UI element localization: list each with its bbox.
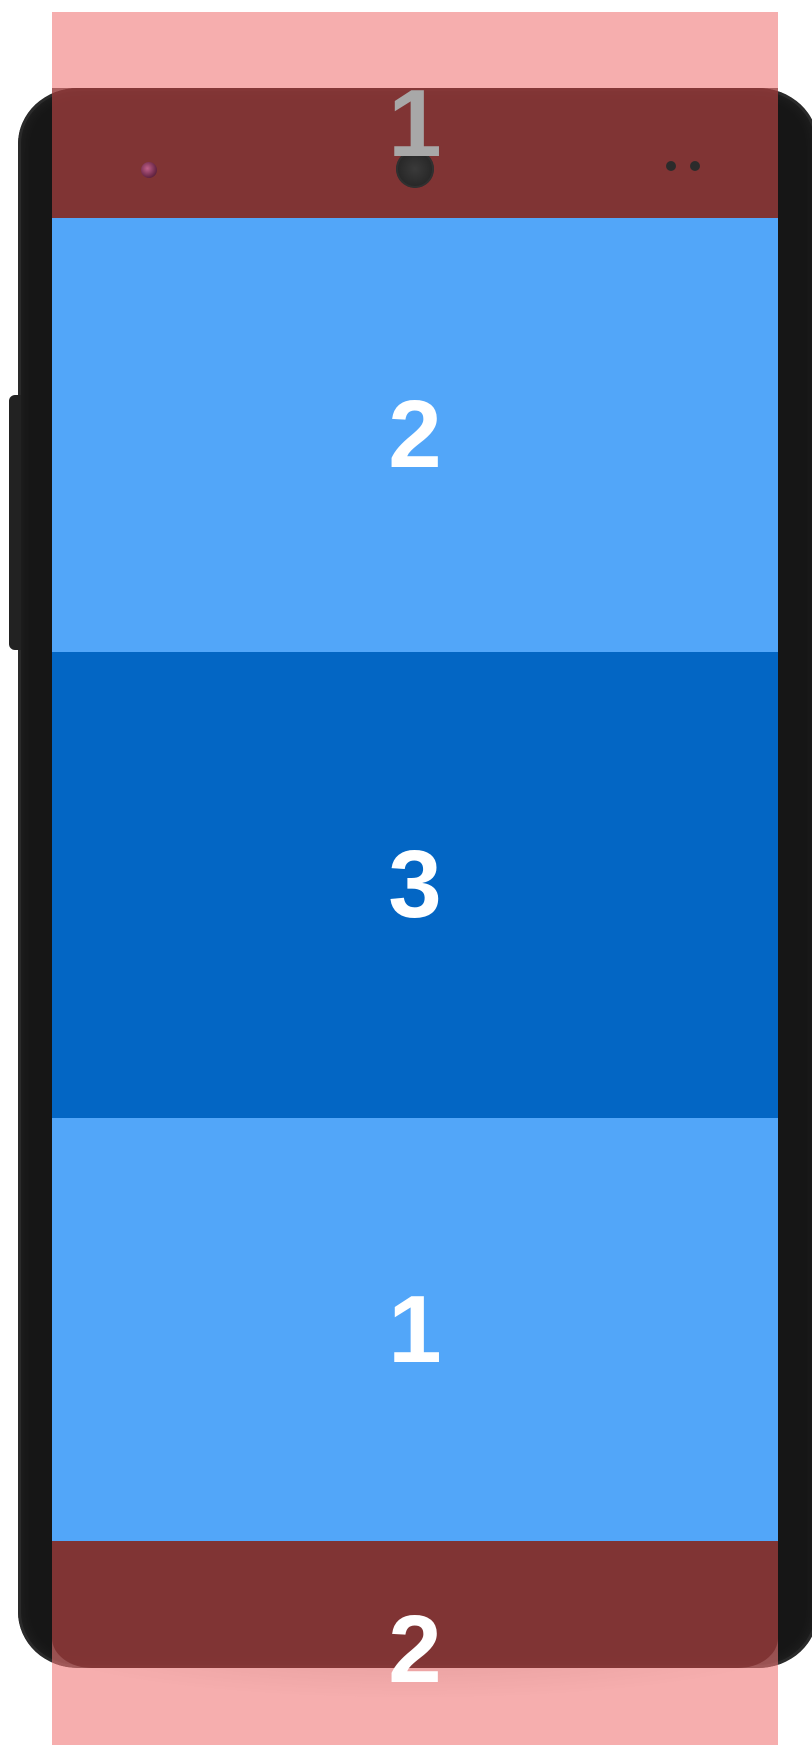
list-item-label: 3 (388, 831, 442, 938)
list-item-label: 1 (388, 1275, 442, 1383)
list-item-label: 2 (388, 381, 442, 488)
power-button (9, 395, 21, 650)
list-item-1[interactable]: 1 (52, 1118, 778, 1541)
scroll-illustration: 2 3 1 1 2 (0, 0, 812, 1745)
list-item-2[interactable]: 2 (52, 218, 778, 652)
offscreen-item-top-label: 1 (388, 70, 442, 177)
offscreen-item-bottom-label: 2 (388, 1596, 442, 1703)
list-item-3[interactable]: 3 (52, 652, 778, 1118)
